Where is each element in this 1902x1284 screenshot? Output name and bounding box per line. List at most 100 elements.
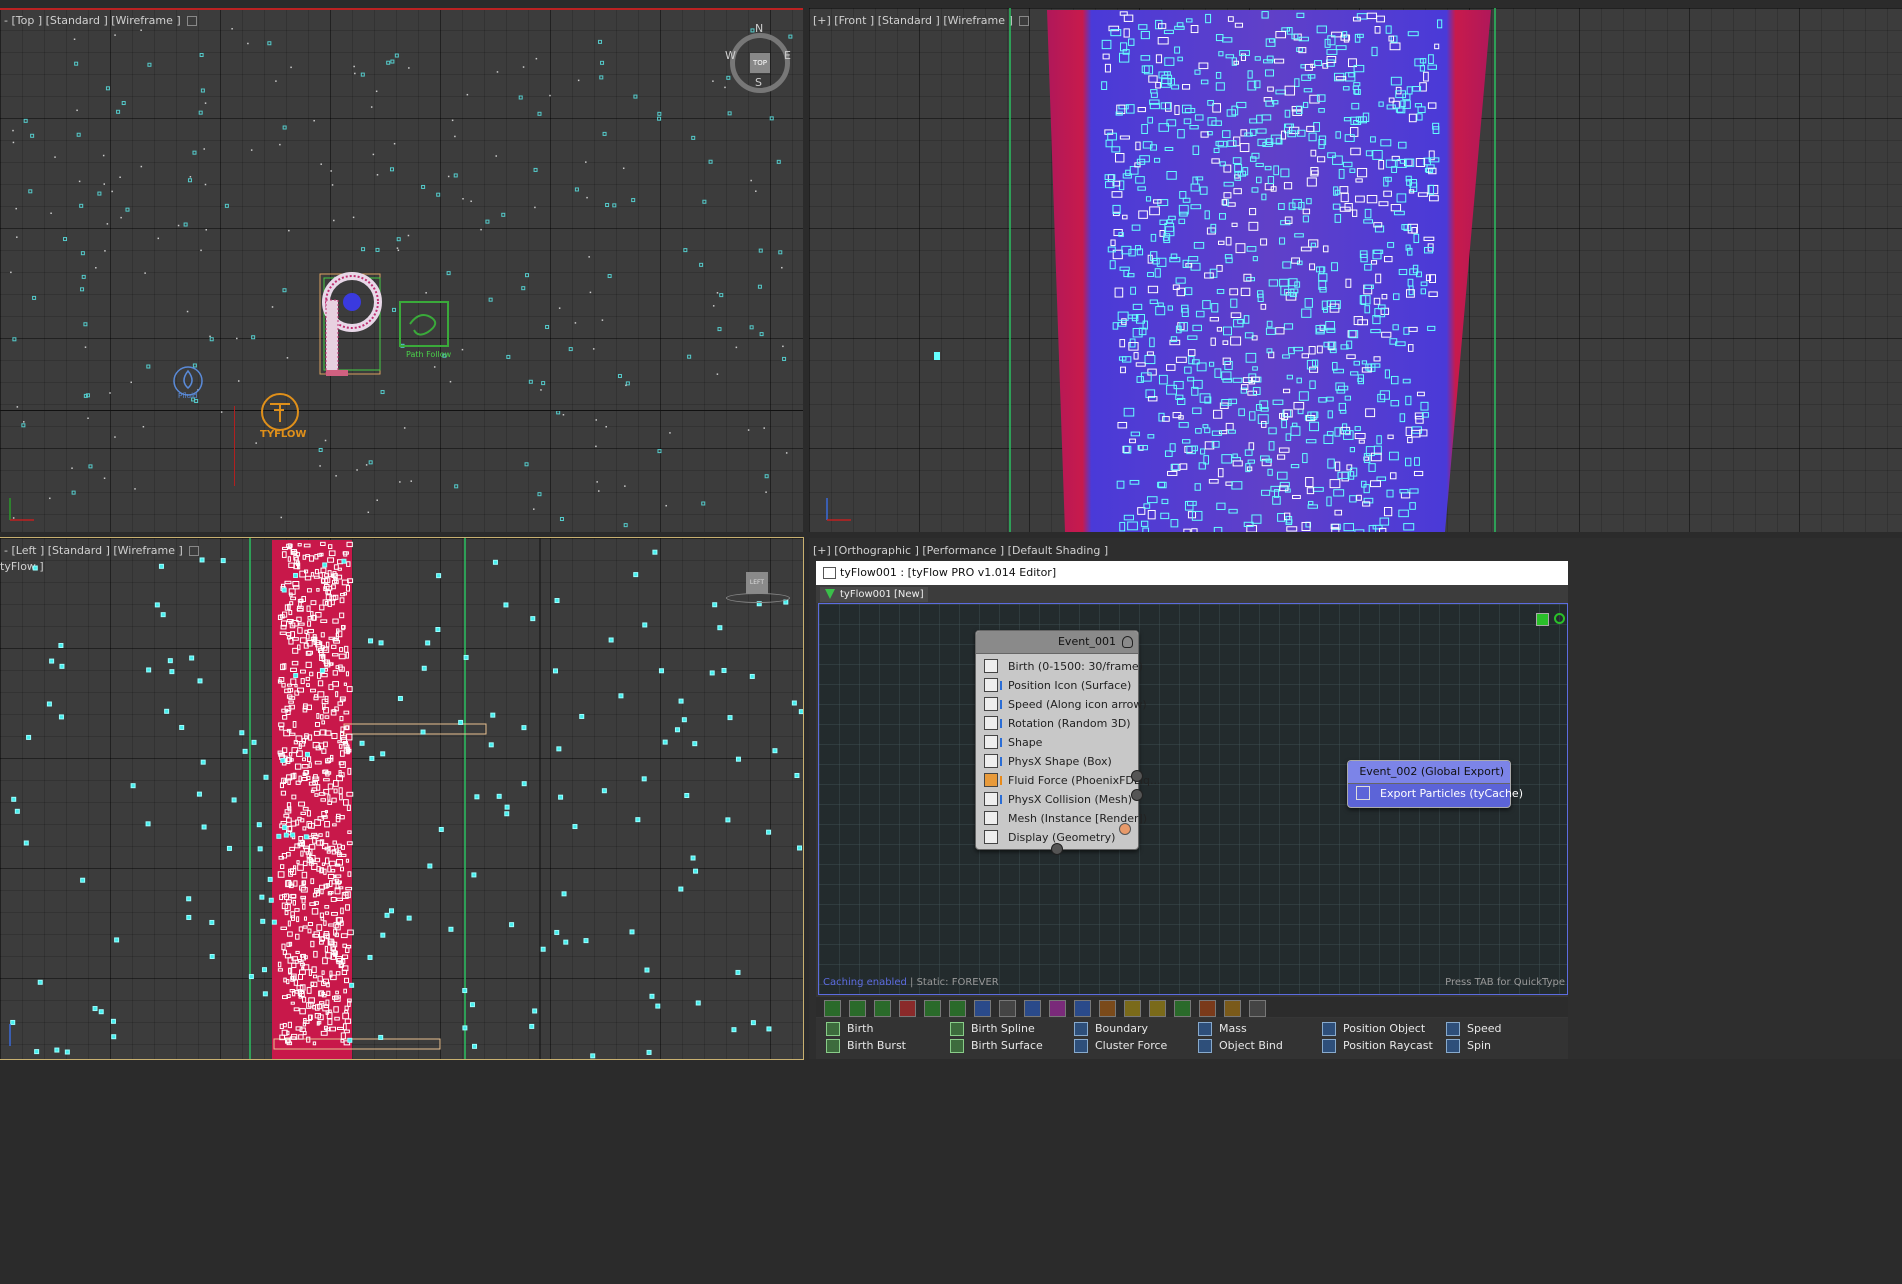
palette-operator[interactable]: Speed (1446, 1022, 1501, 1036)
particle (251, 739, 257, 745)
operator-row[interactable]: PhysX Collision (Mesh) (976, 790, 1138, 809)
viewcube-left[interactable]: LEFT (746, 572, 768, 594)
particle (267, 41, 272, 46)
operator-category-button[interactable] (874, 1000, 891, 1017)
particle (324, 439, 327, 442)
particle (393, 142, 396, 145)
tab-new[interactable]: [New] (890, 587, 928, 602)
particle (189, 655, 195, 661)
lightbulb-icon[interactable] (1122, 636, 1133, 648)
particle (749, 325, 754, 330)
particle (95, 267, 97, 269)
tyflow-editor-window[interactable]: tyFlow001 : [tyFlow PRO v1.014 Editor] t… (816, 561, 1568, 1059)
palette-operator[interactable]: Cluster Force (1074, 1039, 1167, 1053)
operator-category-button[interactable] (949, 1000, 966, 1017)
particle (114, 436, 116, 438)
operator-category-button[interactable] (1124, 1000, 1141, 1017)
particle (84, 346, 87, 348)
tyflow-icon-label: TYFLOW (260, 429, 307, 440)
particle (712, 305, 715, 307)
output-port[interactable] (1131, 770, 1143, 782)
export-particles-operator[interactable]: Export Particles (tyCache) (1348, 784, 1523, 803)
event-002-node[interactable]: Event_002 (Global Export) Export Particl… (1347, 760, 1523, 808)
operator-row[interactable]: Mesh (Instance [Render]) (976, 809, 1147, 828)
particle (304, 751, 310, 757)
palette-operator[interactable]: Birth (826, 1022, 873, 1036)
viewport-left[interactable]: - [Left ] [Standard ] [Wireframe ] tyFlo… (0, 537, 804, 1060)
particle (353, 65, 355, 68)
operator-category-button[interactable] (1174, 1000, 1191, 1017)
palette-operator[interactable]: Position Raycast (1322, 1039, 1433, 1053)
operator-category-button[interactable] (899, 1000, 916, 1017)
operator-row[interactable]: Birth (0-1500: 30/frame) (976, 657, 1143, 676)
operator-category-button[interactable] (1099, 1000, 1116, 1017)
viewcube-ring (726, 593, 790, 603)
operator-row[interactable]: Shape (976, 733, 1138, 752)
particle (88, 464, 93, 469)
particle (501, 212, 506, 217)
particle (480, 228, 482, 231)
operator-row[interactable]: Fluid Force (PhoenixFDLiq... (976, 771, 1161, 790)
operator-category-button[interactable] (1199, 1000, 1216, 1017)
event-input-port[interactable] (1051, 843, 1063, 855)
display-color-swatch[interactable] (1119, 823, 1131, 835)
particle (662, 739, 668, 745)
particle (76, 109, 78, 112)
particle (347, 1037, 353, 1043)
particle (380, 932, 386, 938)
particle (448, 926, 454, 932)
palette-operator[interactable]: Spin (1446, 1039, 1491, 1053)
particle (712, 602, 718, 608)
particle (433, 366, 436, 368)
palette-operator-label: Spin (1467, 1039, 1491, 1052)
operator-category-button[interactable] (1224, 1000, 1241, 1017)
operator-row[interactable]: Speed (Along icon arrow) (976, 695, 1147, 714)
event-002-header[interactable]: Event_002 (Global Export) (1348, 761, 1510, 784)
particle (407, 234, 410, 237)
palette-operator[interactable]: Position Object (1322, 1022, 1425, 1036)
particle (421, 184, 426, 189)
particle (708, 159, 713, 164)
viewport-front[interactable]: [+] [Front ] [Standard ] [Wireframe ] (809, 8, 1902, 532)
palette-operator[interactable]: Birth Spline (950, 1022, 1035, 1036)
viewport-ortho-label[interactable]: [+] [Orthographic ] [Performance ] [Defa… (813, 544, 1108, 557)
operator-category-button[interactable] (924, 1000, 941, 1017)
editor-titlebar[interactable]: tyFlow001 : [tyFlow PRO v1.014 Editor] (816, 561, 1568, 585)
palette-operator[interactable]: Boundary (1074, 1022, 1148, 1036)
particle (549, 94, 551, 97)
refresh-icon[interactable] (1554, 613, 1565, 624)
palette-operator[interactable]: Mass (1198, 1022, 1247, 1036)
operator-category-button[interactable] (1074, 1000, 1091, 1017)
palette-operator[interactable]: Birth Surface (950, 1039, 1043, 1053)
viewcube-top-face[interactable]: TOP (750, 53, 770, 73)
particle (446, 271, 451, 276)
operator-row[interactable]: PhysX Shape (Box) (976, 752, 1138, 771)
event-001-header[interactable]: Event_001 (976, 631, 1138, 654)
operator-category-button[interactable] (1024, 1000, 1041, 1017)
event-001-node[interactable]: Event_001 Birth (0-1500: 30/frame) Positi… (975, 630, 1161, 855)
tab-tyflow001[interactable]: tyFlow001 (820, 587, 898, 602)
sim-indicator-icon[interactable] (1536, 613, 1549, 626)
operator-category-button[interactable] (1149, 1000, 1166, 1017)
operator-category-button[interactable] (849, 1000, 866, 1017)
particle (390, 59, 395, 64)
editor-canvas[interactable]: Event_001 Birth (0-1500: 30/frame) Positi… (818, 603, 1568, 995)
operator-category-button[interactable] (1249, 1000, 1266, 1017)
operator-category-button[interactable] (1049, 1000, 1066, 1017)
output-port[interactable] (1131, 789, 1143, 801)
operator-category-button[interactable] (999, 1000, 1016, 1017)
particle (625, 384, 627, 387)
spiral-emitter-icon[interactable] (312, 270, 402, 400)
particle (781, 266, 783, 269)
operator-icon (984, 811, 998, 825)
particle (447, 175, 450, 178)
viewport-top[interactable]: - [Top ] [Standard ] [Wireframe ] TOP N … (0, 8, 803, 532)
palette-operator[interactable]: Object Bind (1198, 1039, 1283, 1053)
particle (529, 1023, 535, 1029)
palette-operator[interactable]: Birth Burst (826, 1039, 906, 1053)
palette-operator-icon (826, 1039, 840, 1053)
operator-row[interactable]: Position Icon (Surface) (976, 676, 1138, 695)
operator-category-button[interactable] (824, 1000, 841, 1017)
operator-category-button[interactable] (974, 1000, 991, 1017)
operator-row[interactable]: Rotation (Random 3D) (976, 714, 1138, 733)
